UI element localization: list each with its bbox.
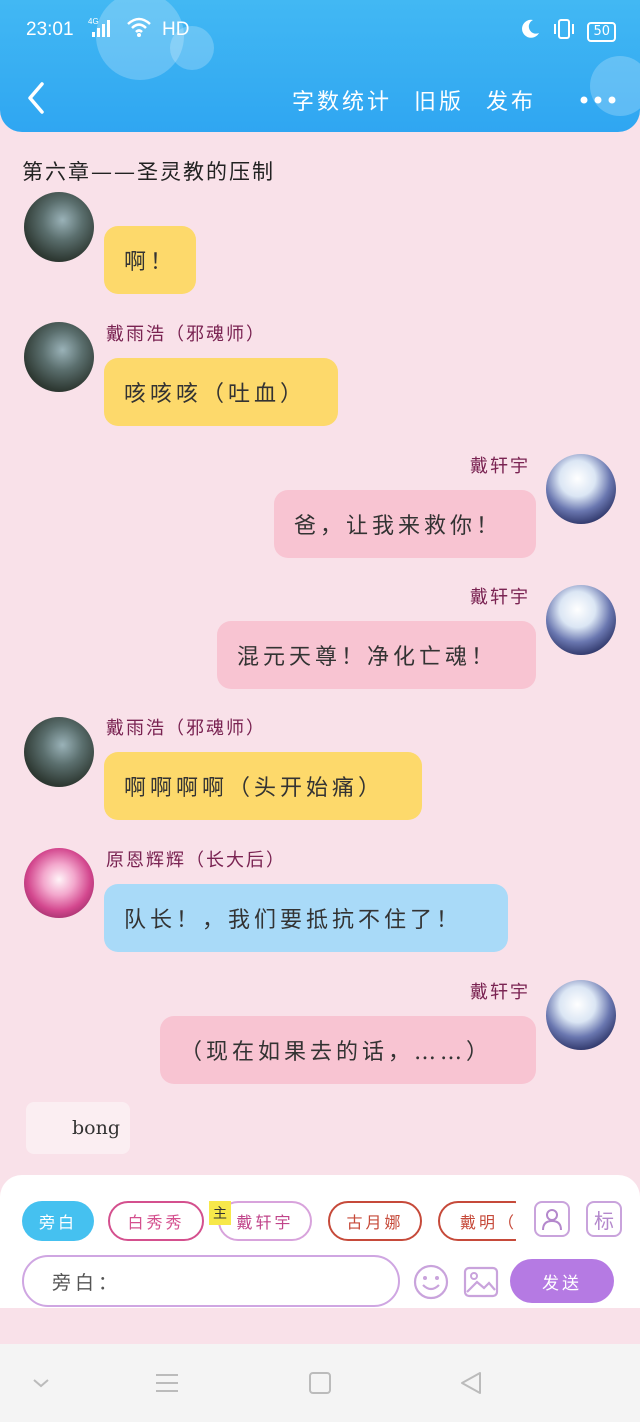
chapter-title[interactable]: 第六章——圣灵教的压制 [22,156,275,186]
image-button[interactable] [462,1263,500,1301]
avatar[interactable] [24,192,94,262]
publish-button[interactable]: 发布 [486,84,536,116]
message-bubble[interactable]: 啊啊啊啊（头开始痛） [104,752,422,820]
sender-name: 戴轩宇 [470,982,530,1003]
role-chip[interactable]: 古月娜 [328,1201,422,1241]
hd-label: HD [162,18,190,40]
word-count-button[interactable]: 字数统计 [292,84,392,116]
signal-icon: 4G [88,16,116,43]
nav-back-button[interactable] [456,1368,486,1398]
status-time: 23:01 [26,19,74,40]
system-nav-bar [0,1344,640,1422]
message-input[interactable]: 旁白： [22,1255,400,1307]
back-button[interactable] [20,78,60,118]
sender-name: 戴雨浩（邪魂师） [106,324,266,345]
avatar[interactable] [24,717,94,787]
send-button[interactable]: 发送 [510,1259,614,1303]
avatar[interactable] [24,848,94,918]
main-character-tag: 主 [209,1201,231,1225]
narration-bubble[interactable]: bong [26,1102,130,1154]
more-icon [580,96,616,104]
message-bubble[interactable]: 爸，让我来救你！ [274,490,536,558]
square-icon [309,1372,331,1394]
network-type: 4G [88,17,99,26]
avatar[interactable] [24,322,94,392]
nav-row: 字数统计 旧版 发布 [0,78,640,122]
nav-menu-button[interactable] [152,1368,182,1398]
status-bar: 23:01 4G HD 50 [0,14,640,50]
smile-icon [413,1264,449,1300]
more-button[interactable] [576,80,620,116]
status-icons: 4G HD [88,16,189,43]
nav-actions: 字数统计 旧版 发布 [292,84,536,116]
image-icon [463,1266,499,1298]
message-bubble[interactable]: 队长！，我们要抵抗不住了！ [104,884,508,952]
menu-icon [156,1374,178,1392]
battery-indicator: 50 [587,21,616,42]
emoji-button[interactable] [412,1263,450,1301]
nav-collapse-button[interactable] [26,1368,56,1398]
avatar[interactable] [546,454,616,524]
avatar[interactable] [546,585,616,655]
message-bubble[interactable]: 混元天尊！净化亡魂！ [217,621,536,689]
message-bubble[interactable]: （现在如果去的话，……） [160,1016,536,1084]
role-chip-narration[interactable]: 旁白 [22,1201,94,1241]
message-bubble[interactable]: 啊！ [104,226,196,294]
nav-home-button[interactable] [305,1368,335,1398]
role-chip[interactable]: 戴轩宇 [218,1201,312,1241]
role-chip[interactable]: 戴明（ [438,1201,516,1241]
app-header: 23:01 4G HD 50 字数统计 旧版 发布 [0,0,640,132]
sender-name: 戴轩宇 [470,587,530,608]
old-version-button[interactable]: 旧版 [414,84,464,116]
sender-name: 戴轩宇 [470,456,530,477]
moon-icon [519,18,541,45]
role-chip[interactable]: 白秀秀 [108,1201,204,1241]
person-icon [542,1209,562,1231]
vibrate-icon [551,18,577,45]
role-selector: 旁白 白秀秀 戴轩宇 古月娜 戴明（ [22,1201,516,1241]
wifi-icon [126,16,152,43]
chevron-down-icon [33,1379,49,1388]
input-prefix: 旁白： [52,1271,122,1294]
character-button[interactable] [534,1201,570,1237]
status-right: 50 [519,18,616,45]
tag-button[interactable]: 标 [586,1201,622,1237]
sender-name: 戴雨浩（邪魂师） [106,718,266,739]
triangle-back-icon [461,1372,481,1394]
chevron-left-icon [28,82,44,114]
message-bubble[interactable]: 咳咳咳（吐血） [104,358,338,426]
avatar[interactable] [546,980,616,1050]
sender-name: 原恩辉辉（长大后） [106,850,286,871]
compose-panel: 旁白 白秀秀 戴轩宇 古月娜 戴明（ 标 旁白： 发送 [0,1175,640,1308]
